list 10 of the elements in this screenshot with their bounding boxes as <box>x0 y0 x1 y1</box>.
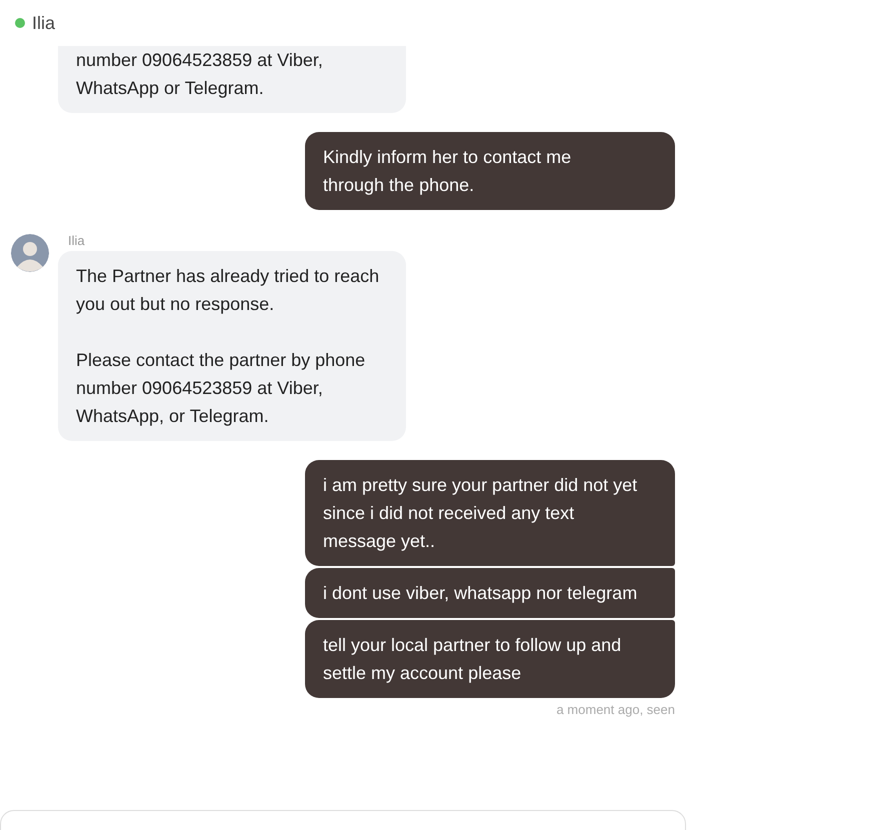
message-bubble: tell your local partner to follow up and settle my account please <box>305 620 675 698</box>
message-bubble: Kindly inform her to contact me through the phone. <box>305 132 675 210</box>
message-bubble: i dont use viber, whatsapp nor telegram <box>305 568 675 618</box>
contact-name: Ilia <box>32 12 56 34</box>
avatar <box>11 234 49 272</box>
sender-name: Ilia <box>68 234 86 248</box>
message-bubble: The Partner has already tried to reach you out but no response. Please contact the partner by phone number 09064523859 at Viber, WhatsApp, or Telegram. <box>58 251 406 441</box>
message-status: a moment ago, seen <box>556 702 675 717</box>
message-bubble: i am pretty sure your partner did not yet since i did not received any text message yet.. <box>305 460 675 566</box>
message-bubble: number 09064523859 at Viber, WhatsApp or Telegram. <box>58 46 406 113</box>
